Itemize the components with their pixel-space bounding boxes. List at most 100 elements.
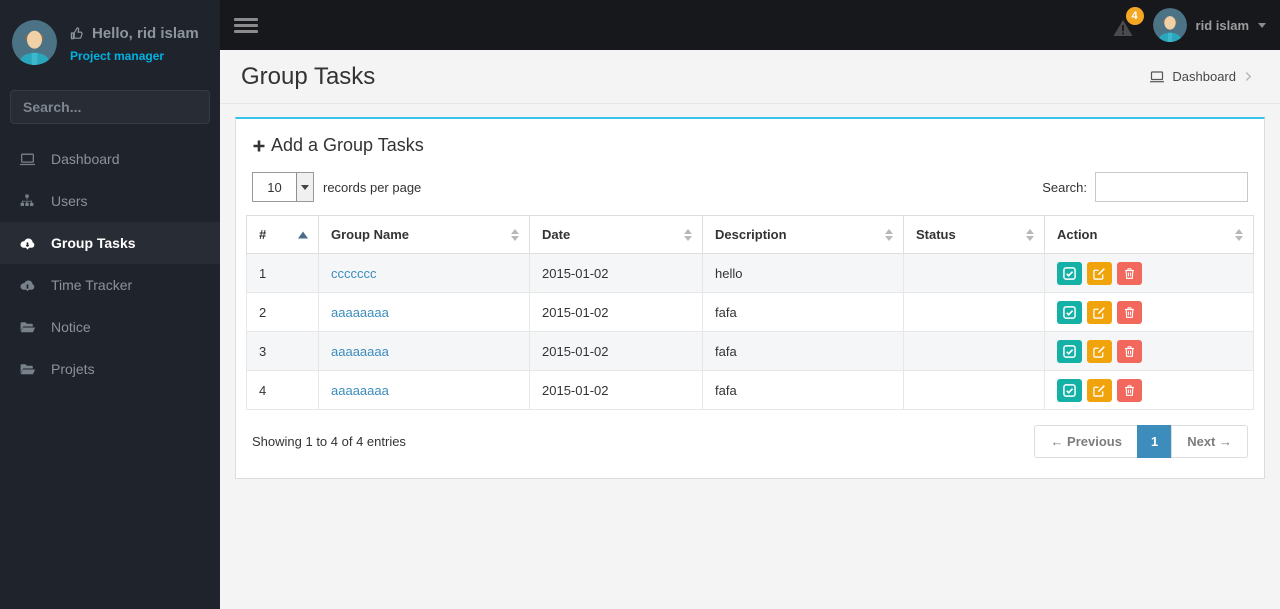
column-label: Status xyxy=(916,227,956,242)
table-row: 4 aaaaaaaa 2015-01-02 fafa xyxy=(246,370,1254,410)
trash-icon xyxy=(1123,267,1136,280)
edit-pencil-icon xyxy=(1093,384,1106,397)
sidebar-user-panel: Hello, rid islam Project manager xyxy=(0,0,220,75)
breadcrumb[interactable]: Dashboard xyxy=(1149,69,1252,85)
column-header-description[interactable]: Description xyxy=(702,215,904,254)
column-label: Description xyxy=(715,227,787,242)
cloud-download-icon xyxy=(18,277,36,294)
cell-description: fafa xyxy=(702,292,904,332)
user-greeting: Hello, rid islam xyxy=(70,25,199,42)
laptop-icon xyxy=(18,151,36,168)
plus-icon xyxy=(252,139,266,153)
records-per-page-select[interactable]: 10 xyxy=(252,172,314,202)
folder-open-icon xyxy=(18,319,36,336)
sidebar-item-label: Projets xyxy=(51,361,95,377)
sitemap-icon xyxy=(18,193,36,209)
delete-button[interactable] xyxy=(1117,339,1142,363)
column-header-group-name[interactable]: Group Name xyxy=(318,215,530,254)
cell-num: 4 xyxy=(246,370,319,410)
approve-button[interactable] xyxy=(1057,300,1082,324)
breadcrumb-label: Dashboard xyxy=(1172,69,1236,84)
approve-button[interactable] xyxy=(1057,261,1082,285)
sidebar-item-time-tracker[interactable]: Time Tracker xyxy=(0,264,220,306)
cell-group-name: aaaaaaaa xyxy=(318,370,530,410)
chevron-right-icon xyxy=(1245,71,1252,82)
sidebar-search-input[interactable] xyxy=(11,91,209,123)
sidebar-item-projets[interactable]: Projets xyxy=(0,348,220,390)
column-header-num[interactable]: # xyxy=(246,215,319,254)
sidebar-item-label: Dashboard xyxy=(51,151,120,167)
cell-group-name: ccccccc xyxy=(318,253,530,293)
column-header-action[interactable]: Action xyxy=(1044,215,1254,254)
topbar-right: 4 rid islam xyxy=(1113,7,1266,42)
panel-heading: Add a Group Tasks xyxy=(252,135,1254,156)
user-menu[interactable]: rid islam xyxy=(1152,8,1266,42)
group-name-link[interactable]: ccccccc xyxy=(331,266,377,281)
group-tasks-panel: Add a Group Tasks 10 records per page Se… xyxy=(235,117,1265,479)
cell-action xyxy=(1044,292,1254,332)
page-title: Group Tasks xyxy=(241,62,376,90)
sidebar-search xyxy=(10,90,210,124)
group-name-link[interactable]: aaaaaaaa xyxy=(331,344,389,359)
cell-num: 2 xyxy=(246,292,319,332)
edit-pencil-icon xyxy=(1093,345,1106,358)
delete-button[interactable] xyxy=(1117,300,1142,324)
sidebar-user-text: Hello, rid islam Project manager xyxy=(70,20,199,63)
sidebar-item-notice[interactable]: Notice xyxy=(0,306,220,348)
content-area: Group Tasks Dashboard Add a Group Tasks … xyxy=(220,50,1280,609)
content-header: Group Tasks Dashboard xyxy=(220,50,1280,104)
table-row: 2 aaaaaaaa 2015-01-02 fafa xyxy=(246,292,1254,332)
trash-icon xyxy=(1123,345,1136,358)
cell-date: 2015-01-02 xyxy=(529,253,703,293)
pagination-page-1[interactable]: 1 xyxy=(1136,425,1173,458)
edit-pencil-icon xyxy=(1093,306,1106,319)
pagination-previous[interactable]: ← Previous xyxy=(1034,425,1138,458)
cell-action xyxy=(1044,370,1254,410)
cell-description: fafa xyxy=(702,370,904,410)
cell-description: hello xyxy=(702,253,904,293)
approve-button[interactable] xyxy=(1057,378,1082,402)
trash-icon xyxy=(1123,306,1136,319)
edit-pencil-icon xyxy=(1093,267,1106,280)
edit-button[interactable] xyxy=(1087,339,1112,363)
column-label: Date xyxy=(542,227,571,242)
sidebar-item-label: Users xyxy=(51,193,88,209)
notifications-button[interactable]: 4 xyxy=(1113,7,1144,37)
column-label: Group Name xyxy=(331,227,410,242)
delete-button[interactable] xyxy=(1117,378,1142,402)
column-header-status[interactable]: Status xyxy=(903,215,1045,254)
sidebar-item-users[interactable]: Users xyxy=(0,180,220,222)
group-name-link[interactable]: aaaaaaaa xyxy=(331,383,389,398)
sort-both-icon xyxy=(1026,228,1034,241)
delete-button[interactable] xyxy=(1117,261,1142,285)
sidebar-item-group-tasks[interactable]: Group Tasks xyxy=(0,222,220,264)
sidebar-menu: Dashboard Users Group Tasks Time Tracker… xyxy=(0,138,220,390)
edit-button[interactable] xyxy=(1087,300,1112,324)
cloud-download-icon xyxy=(18,235,36,252)
sidebar-item-label: Notice xyxy=(51,319,91,335)
cell-description: fafa xyxy=(702,331,904,371)
table-search-input[interactable] xyxy=(1095,172,1248,202)
sort-both-icon xyxy=(684,228,692,241)
pagination: ← Previous 1 Next → xyxy=(1034,425,1248,458)
cell-status xyxy=(903,331,1045,371)
sidebar-item-label: Time Tracker xyxy=(51,277,133,293)
table-row: 1 ccccccc 2015-01-02 hello xyxy=(246,253,1254,293)
cell-action xyxy=(1044,253,1254,293)
sidebar: Hello, rid islam Project manager Dashboa… xyxy=(0,0,220,609)
group-tasks-table: # Group Name Date Description Status Act… xyxy=(246,215,1254,410)
table-row: 3 aaaaaaaa 2015-01-02 fafa xyxy=(246,331,1254,371)
approve-button[interactable] xyxy=(1057,339,1082,363)
edit-button[interactable] xyxy=(1087,378,1112,402)
table-controls: 10 records per page Search: xyxy=(252,172,1248,202)
edit-button[interactable] xyxy=(1087,261,1112,285)
group-name-link[interactable]: aaaaaaaa xyxy=(331,305,389,320)
hamburger-menu-button[interactable] xyxy=(234,15,258,36)
cell-group-name: aaaaaaaa xyxy=(318,292,530,332)
pagination-next[interactable]: Next → xyxy=(1171,425,1248,458)
notification-badge: 4 xyxy=(1125,7,1144,25)
topbar: 4 rid islam xyxy=(220,0,1280,50)
sort-both-icon xyxy=(511,228,519,241)
sidebar-item-dashboard[interactable]: Dashboard xyxy=(0,138,220,180)
column-header-date[interactable]: Date xyxy=(529,215,703,254)
